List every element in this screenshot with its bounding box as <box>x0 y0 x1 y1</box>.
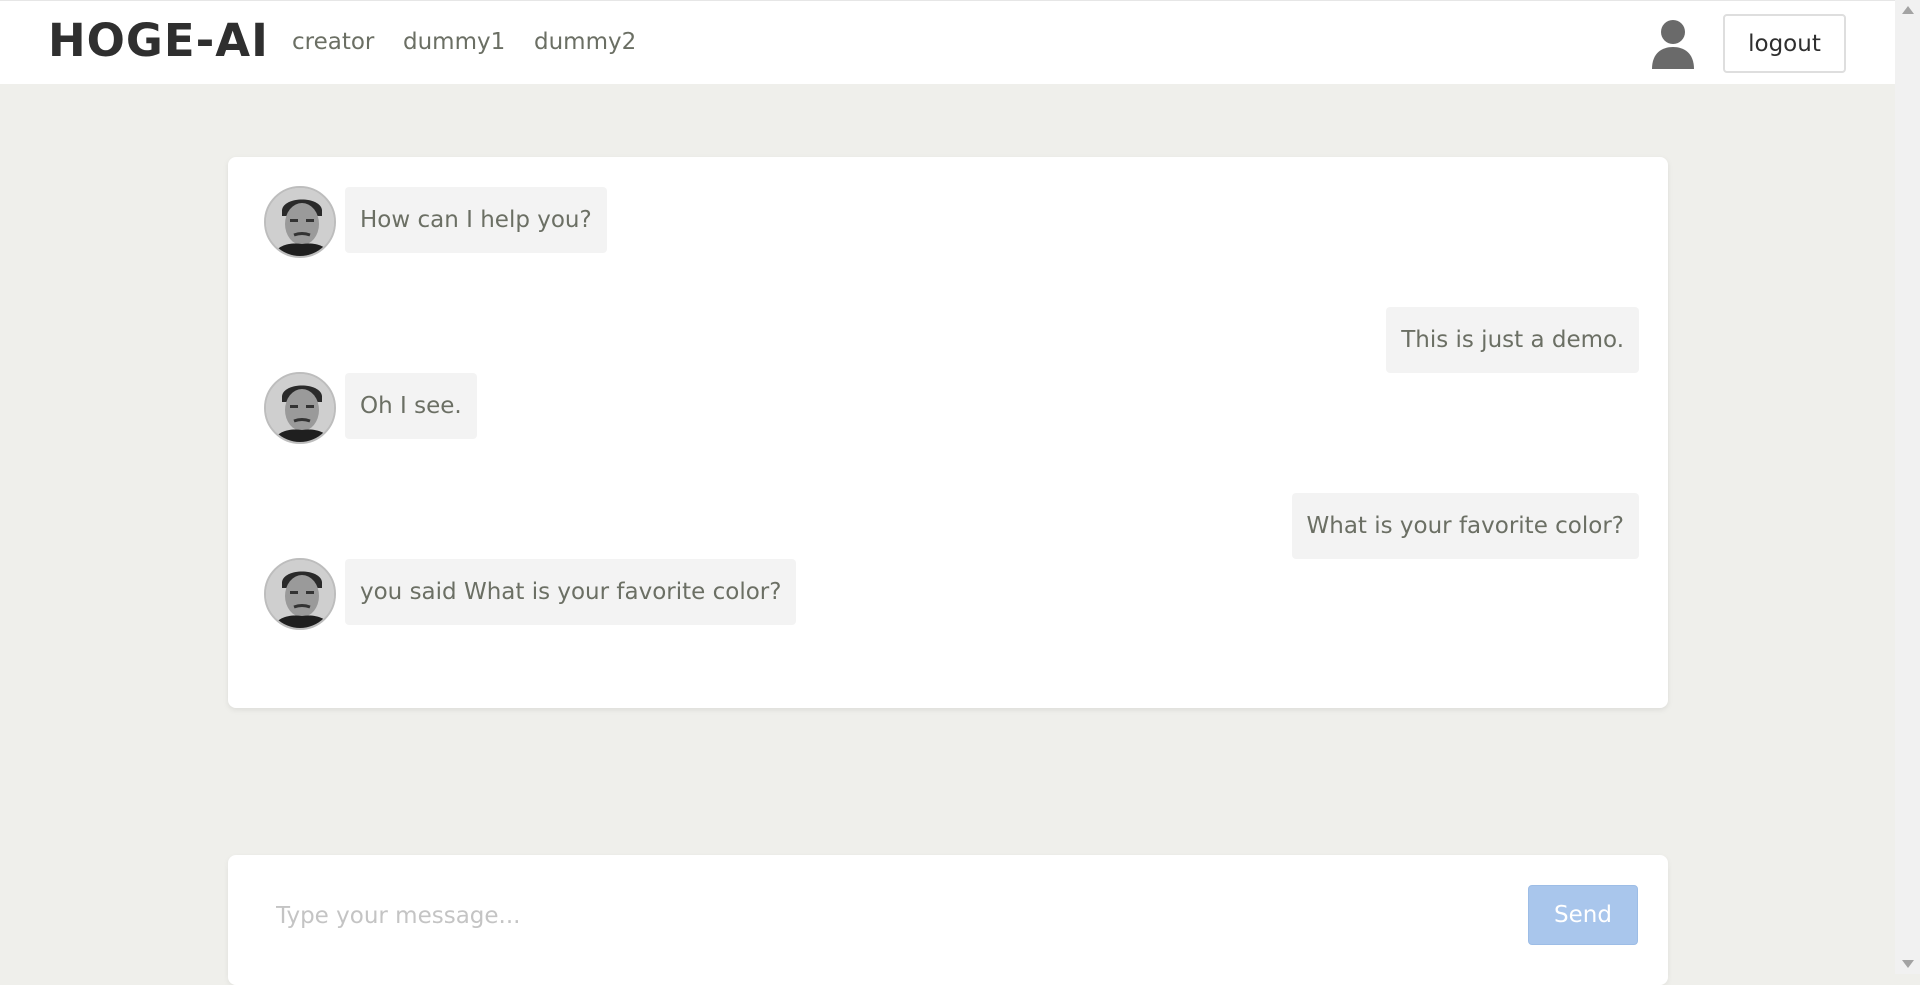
user-message-bubble: What is your favorite color? <box>1291 493 1639 559</box>
bot-portrait-icon <box>266 374 334 442</box>
chat-window: How can I help you? This is just a demo.… <box>228 157 1668 708</box>
bot-avatar <box>264 186 336 258</box>
bot-message-bubble: Oh I see. <box>345 373 477 439</box>
user-icon[interactable] <box>1650 19 1696 69</box>
nav-link-creator[interactable]: creator <box>292 29 374 55</box>
logout-button[interactable]: logout <box>1723 14 1846 73</box>
nav-link-dummy2[interactable]: dummy2 <box>534 29 636 55</box>
bot-avatar <box>264 558 336 630</box>
brand-logo[interactable]: HOGE-AI <box>48 14 269 67</box>
user-message-bubble: This is just a demo. <box>1386 307 1639 373</box>
message-composer: Send <box>228 855 1668 985</box>
scroll-up-arrow-icon[interactable] <box>1902 6 1914 14</box>
bot-message-bubble: How can I help you? <box>345 187 607 253</box>
page: HOGE-AI creator dummy1 dummy2 logout How… <box>0 0 1895 985</box>
bot-portrait-icon <box>266 188 334 256</box>
message-input[interactable] <box>274 885 1498 947</box>
bot-portrait-icon <box>266 560 334 628</box>
send-button[interactable]: Send <box>1528 885 1638 945</box>
scroll-down-arrow-icon[interactable] <box>1902 960 1914 968</box>
nav-link-dummy1[interactable]: dummy1 <box>403 29 505 55</box>
bot-message-bubble: you said What is your favorite color? <box>345 559 797 625</box>
vertical-scrollbar[interactable] <box>1895 0 1920 974</box>
bot-avatar <box>264 372 336 444</box>
top-navbar: HOGE-AI creator dummy1 dummy2 logout <box>0 0 1895 84</box>
